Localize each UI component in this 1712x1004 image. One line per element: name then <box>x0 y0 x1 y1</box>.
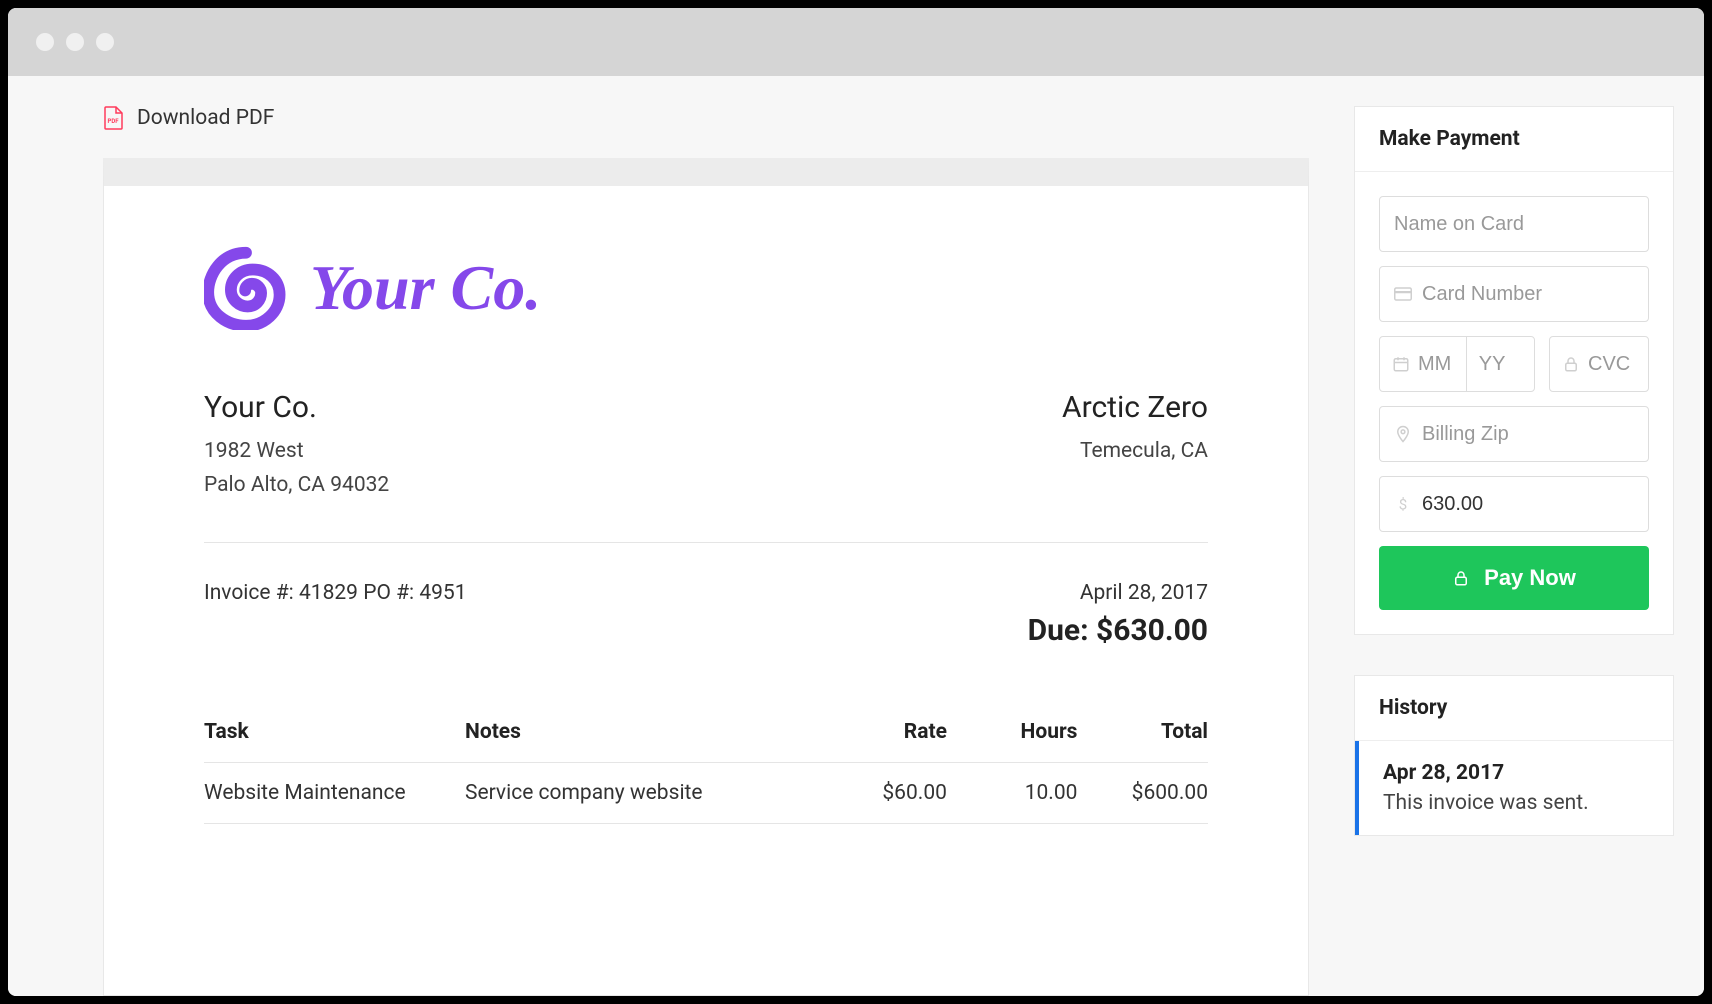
pay-now-label: Pay Now <box>1484 565 1576 591</box>
pay-now-button[interactable]: Pay Now <box>1379 546 1649 610</box>
to-line1: Temecula, CA <box>1062 435 1208 469</box>
billing-zip-field[interactable] <box>1379 406 1649 462</box>
window-control-dot[interactable] <box>66 33 84 51</box>
expiry-mm-field[interactable] <box>1380 337 1467 391</box>
name-on-card-field[interactable] <box>1379 196 1649 252</box>
download-pdf-label: Download PDF <box>137 106 274 130</box>
history-panel-title: History <box>1355 676 1673 741</box>
expiry-group <box>1379 336 1535 392</box>
cell-total: $600.00 <box>1077 763 1208 824</box>
invoice-date: April 28, 2017 <box>1028 581 1208 605</box>
pin-icon <box>1394 425 1412 443</box>
app-window: PDF Download PDF Your Co. Your Co. 1982 … <box>8 8 1704 996</box>
lock-icon <box>1562 355 1580 373</box>
col-header-hours: Hours <box>947 708 1078 763</box>
name-on-card-input[interactable] <box>1394 213 1634 236</box>
card-number-input[interactable] <box>1422 283 1634 306</box>
cell-task: Website Maintenance <box>204 763 465 824</box>
invoice-numbers: Invoice #: 41829 PO #: 4951 <box>204 581 467 605</box>
invoice-meta-right: April 28, 2017 Due: $630.00 <box>1028 581 1208 648</box>
table-row: Website Maintenance Service company webs… <box>204 763 1208 824</box>
cell-notes: Service company website <box>465 763 806 824</box>
amount-field[interactable]: $ <box>1379 476 1649 532</box>
col-header-total: Total <box>1077 708 1208 763</box>
expiry-yy-field[interactable] <box>1467 337 1534 391</box>
payment-panel-title: Make Payment <box>1355 107 1673 172</box>
col-header-notes: Notes <box>465 708 806 763</box>
payment-form: $ Pay Now <box>1355 172 1673 634</box>
cvc-input[interactable] <box>1588 353 1636 376</box>
table-header-row: Task Notes Rate Hours Total <box>204 708 1208 763</box>
cell-hours: 10.00 <box>947 763 1078 824</box>
logo-swirl-icon <box>204 246 288 330</box>
card-number-field[interactable] <box>1379 266 1649 322</box>
col-header-task: Task <box>204 708 465 763</box>
to-address: Arctic Zero Temecula, CA <box>1062 390 1208 502</box>
window-control-dot[interactable] <box>96 33 114 51</box>
amount-input[interactable] <box>1422 493 1634 516</box>
history-item-date: Apr 28, 2017 <box>1383 761 1649 785</box>
card-icon <box>1394 285 1412 303</box>
calendar-icon <box>1392 355 1410 373</box>
addresses: Your Co. 1982 West Palo Alto, CA 94032 A… <box>204 390 1208 502</box>
cell-rate: $60.00 <box>806 763 947 824</box>
col-header-rate: Rate <box>806 708 947 763</box>
from-address: Your Co. 1982 West Palo Alto, CA 94032 <box>204 390 389 502</box>
svg-text:PDF: PDF <box>107 118 119 125</box>
from-company-name: Your Co. <box>204 390 389 425</box>
svg-text:$: $ <box>1399 495 1407 513</box>
pdf-icon: PDF <box>103 106 123 130</box>
payment-panel: Make Payment <box>1354 106 1674 635</box>
to-company-name: Arctic Zero <box>1062 390 1208 425</box>
from-line2: Palo Alto, CA 94032 <box>204 469 389 503</box>
history-item-text: This invoice was sent. <box>1383 791 1649 815</box>
lock-icon <box>1452 568 1470 588</box>
download-pdf-link[interactable]: PDF Download PDF <box>103 106 1309 130</box>
invoice-card: Your Co. Your Co. 1982 West Palo Alto, C… <box>103 158 1309 996</box>
history-item: Apr 28, 2017 This invoice was sent. <box>1355 741 1673 835</box>
due-amount: Due: $630.00 <box>1028 613 1208 648</box>
from-line1: 1982 West <box>204 435 389 469</box>
history-panel: History Apr 28, 2017 This invoice was se… <box>1354 675 1674 836</box>
window-control-dot[interactable] <box>36 33 54 51</box>
line-items-table: Task Notes Rate Hours Total Website Main… <box>204 708 1208 824</box>
invoice-meta-row: Invoice #: 41829 PO #: 4951 April 28, 20… <box>204 543 1208 708</box>
content-area: PDF Download PDF Your Co. Your Co. 1982 … <box>8 76 1704 996</box>
side-column: Make Payment <box>1354 106 1674 996</box>
logo-row: Your Co. <box>204 246 1208 330</box>
expiry-yy-input[interactable] <box>1479 353 1522 376</box>
billing-zip-input[interactable] <box>1422 423 1634 446</box>
cvc-field[interactable] <box>1549 336 1649 392</box>
titlebar <box>8 8 1704 76</box>
dollar-icon: $ <box>1394 495 1412 513</box>
main-column: PDF Download PDF Your Co. Your Co. 1982 … <box>103 106 1309 996</box>
expiry-mm-input[interactable] <box>1418 353 1454 376</box>
logo-text: Your Co. <box>310 251 541 325</box>
expiry-cvc-row <box>1379 336 1649 392</box>
